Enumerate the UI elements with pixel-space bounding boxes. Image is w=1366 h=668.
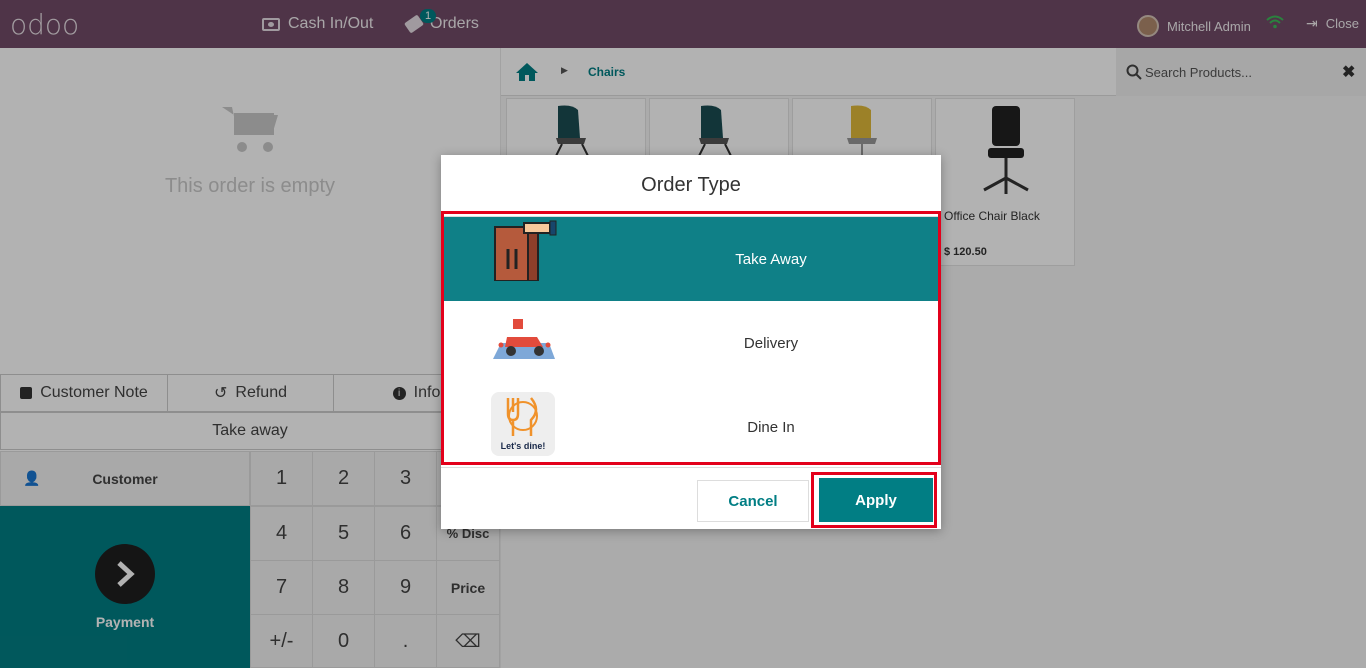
options-highlight-box [441,211,941,465]
apply-highlight-box [811,472,937,528]
dialog-title: Order Type [441,155,941,217]
cancel-button[interactable]: Cancel [697,480,809,522]
